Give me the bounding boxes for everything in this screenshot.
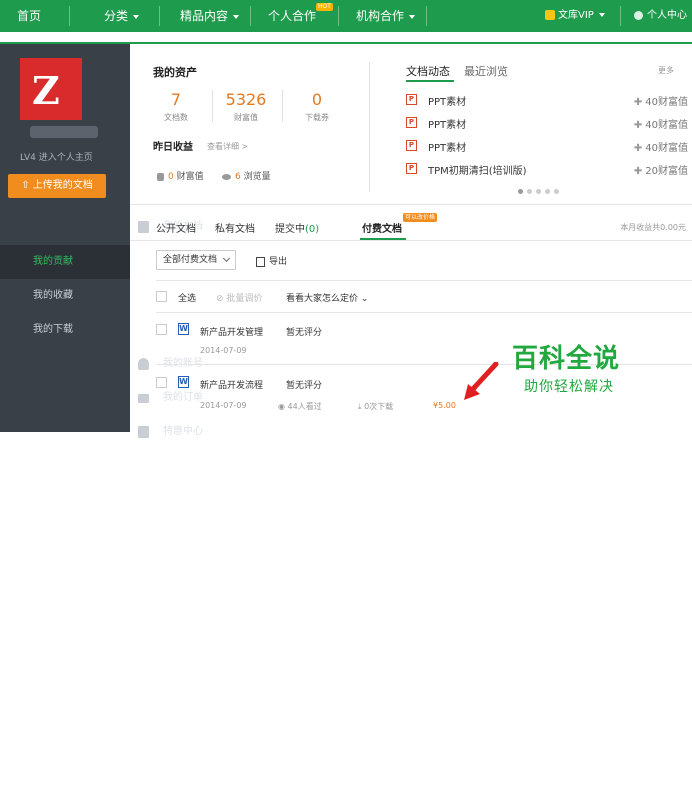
docs-count[interactable]: 7 (146, 90, 206, 109)
tab-paid-docs[interactable]: 付费文档 (362, 220, 402, 235)
activity-item[interactable]: P PPT素材 ✚ 40财富值 (406, 90, 692, 112)
tab-public-docs[interactable]: 公开文档 (156, 220, 196, 235)
carousel-dots[interactable] (518, 184, 563, 197)
doc-rating: 暂无评分 (286, 381, 323, 391)
doc-date: 2014-07-09 (200, 401, 247, 410)
plus-icon: ✚ (633, 166, 643, 177)
select-all-checkbox[interactable] (156, 291, 167, 302)
more-link[interactable]: 更多 (658, 65, 674, 76)
doc-downloads: ⤓ 0次下载 (358, 402, 394, 411)
nav-vip[interactable]: 文库VIP (545, 0, 605, 32)
price-change-tag: 可以改价格 (403, 213, 438, 222)
activity-item[interactable]: P PPT素材 ✚ 40财富值 (406, 136, 692, 158)
doc-views: ◉ 44人看过 (278, 402, 322, 411)
user-icon (634, 10, 643, 20)
wealth-increment: 0 财富值 (157, 169, 204, 182)
enter-homepage-link[interactable]: 进入个人主页 (39, 153, 93, 163)
word-doc-icon: W (178, 323, 189, 335)
ppt-icon: P (406, 94, 417, 105)
tab-recent-browse[interactable]: 最近浏览 (464, 63, 508, 79)
doc-type-select[interactable]: 全部付费文档 (156, 250, 236, 270)
coupons-label: 下载券 (305, 113, 329, 122)
main-content: 我的资产 7 文档数 5326 财富值 0 下载券 昨日收益 查看详细 > 0 … (130, 44, 692, 432)
chevron-down-icon (409, 14, 416, 19)
doc-checkbox[interactable] (156, 324, 167, 335)
plus-icon: ✚ (633, 97, 643, 108)
activity-item[interactable]: P PPT素材 ✚ 40财富值 (406, 113, 692, 135)
top-navigation: 首页 分类 精品内容 个人合作 HOT 机构合作 文库VIP 个人中心 (0, 0, 692, 32)
view-details-link[interactable]: 查看详细 > (207, 141, 248, 152)
download-icon: ⤓ (358, 402, 362, 411)
nav-home[interactable]: 首页 (17, 0, 41, 32)
wealth-label: 财富值 (234, 113, 258, 122)
export-button[interactable]: 导出 (256, 254, 287, 267)
chevron-down-icon (133, 14, 140, 19)
tab-private-docs[interactable]: 私有文档 (215, 220, 255, 235)
avatar[interactable]: Z (20, 58, 82, 120)
sidebar-item-cut-off[interactable]: 特惠中心 (130, 415, 692, 803)
watermark-title: 百科全说 (512, 344, 621, 374)
assets-title: 我的资产 (153, 66, 197, 79)
sidebar-item-downloads[interactable]: 我的下载 (0, 313, 130, 347)
nav-featured[interactable]: 精品内容 (180, 0, 240, 32)
doc-title[interactable]: 新产品开发管理 (200, 325, 263, 338)
wealth-value[interactable]: 5326 (216, 90, 276, 109)
sidebar: Z LV4 进入个人主页 ⇧ 上传我的文档 我的文档 我的贡献 我的收藏 我的下… (0, 44, 223, 438)
ppt-icon: P (406, 140, 417, 151)
eye-icon (222, 173, 231, 180)
export-icon (256, 256, 265, 267)
red-arrow-annotation (464, 362, 499, 400)
coupons-value[interactable]: 0 (287, 90, 347, 109)
chevron-down-icon (598, 13, 605, 17)
hot-badge: HOT (316, 3, 333, 11)
ppt-icon: P (406, 163, 417, 174)
plus-icon: ✚ (633, 143, 643, 154)
month-income: 本月收益共0.00元 (620, 223, 686, 232)
nav-org-coop[interactable]: 机构合作 (356, 0, 416, 32)
sidebar-item-contributions[interactable]: 我的贡献 (0, 245, 130, 279)
see-pricing-dropdown[interactable]: 看看大家怎么定价 ⌄ (286, 291, 368, 304)
wealth-icon (157, 172, 164, 181)
tab-doc-activity[interactable]: 文档动态 (406, 63, 450, 79)
vip-icon (545, 10, 555, 20)
ppt-icon: P (406, 117, 417, 128)
nav-personal-coop[interactable]: 个人合作 (268, 0, 316, 32)
eye-icon: ◉ (278, 402, 285, 411)
nav-user-center[interactable]: 个人中心 (634, 0, 687, 32)
yesterday-income-title: 昨日收益 (153, 142, 193, 153)
select-all-label: 全选 (178, 294, 197, 304)
plus-icon: ✚ (633, 120, 643, 131)
chevron-down-icon (233, 14, 240, 19)
sidebar-item-favorites[interactable]: 我的收藏 (0, 279, 130, 313)
doc-date: 2014-07-09 (200, 346, 247, 355)
batch-price-button[interactable]: ⊘ 批量调价 (216, 291, 262, 304)
tab-submitting[interactable]: 提交中(0) (275, 220, 319, 235)
doc-title[interactable]: 新产品开发流程 (200, 378, 263, 391)
activity-item[interactable]: P TPM初期清扫(培训版) ✚ 20财富值 (406, 159, 692, 181)
word-doc-icon: W (178, 376, 189, 388)
nav-category[interactable]: 分类 (104, 0, 140, 32)
chevron-down-icon (222, 254, 231, 263)
doc-checkbox[interactable] (156, 377, 167, 388)
docs-count-label: 文档数 (164, 113, 188, 122)
doc-price: ¥5.00 (433, 401, 456, 410)
username-blurred (30, 126, 98, 138)
user-level: LV4 进入个人主页 (20, 153, 93, 163)
doc-rating: 暂无评分 (286, 328, 323, 338)
watermark-subtitle: 助你轻松解决 (524, 379, 614, 395)
upload-button[interactable]: ⇧ 上传我的文档 (8, 174, 106, 198)
views-increment: 6 浏览量 (222, 169, 271, 182)
